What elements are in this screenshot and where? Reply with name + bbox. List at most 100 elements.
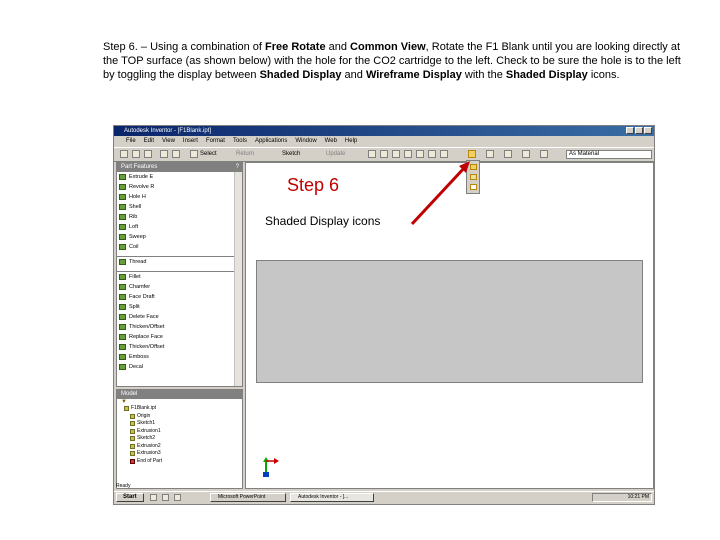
- select-label[interactable]: Select: [200, 150, 217, 159]
- feature-split[interactable]: Split: [117, 302, 242, 312]
- menu-applications[interactable]: Applications: [255, 136, 287, 147]
- display-mode-dropdown[interactable]: [466, 160, 480, 194]
- feature-decal[interactable]: Decal: [117, 362, 242, 372]
- redo-icon[interactable]: [172, 150, 180, 158]
- tree-item[interactable]: Extrusion1: [117, 428, 242, 436]
- feature-coil[interactable]: Coil: [117, 242, 242, 252]
- feature-label: Face Draft: [129, 294, 155, 300]
- save-icon[interactable]: [144, 150, 152, 158]
- task-powerpoint[interactable]: Microsoft PowerPoint: [210, 493, 286, 502]
- zoom-window-icon[interactable]: [380, 150, 388, 158]
- shadow-icon[interactable]: [486, 150, 494, 158]
- return-label[interactable]: Return: [236, 150, 254, 159]
- feature-label: Shell: [129, 204, 142, 210]
- extrude-icon: [119, 174, 126, 180]
- zoom-icon[interactable]: [392, 150, 400, 158]
- tree-label: Sketch1: [137, 420, 156, 426]
- feature-hole[interactable]: Hole H: [117, 192, 242, 202]
- material-select[interactable]: As Material: [566, 150, 652, 159]
- new-icon[interactable]: [120, 150, 128, 158]
- update-label[interactable]: Update: [326, 150, 345, 159]
- sketch-icon: [130, 421, 135, 426]
- tree-item[interactable]: Sketch1: [117, 420, 242, 428]
- quick-launch-icon[interactable]: [150, 494, 157, 501]
- feature-shell[interactable]: Shell: [117, 202, 242, 212]
- pan-icon[interactable]: [404, 150, 412, 158]
- tree-item[interactable]: Sketch2: [117, 435, 242, 443]
- zoom-selected-icon[interactable]: [416, 150, 424, 158]
- toolbar: Select Return Sketch Update As Material: [114, 147, 654, 162]
- feature-thread[interactable]: Thread: [117, 257, 242, 267]
- menu-window[interactable]: Window: [295, 136, 316, 147]
- menu-view[interactable]: View: [162, 136, 175, 147]
- part-top-view[interactable]: [256, 260, 643, 383]
- emboss-icon: [119, 354, 126, 360]
- instr-text: with the: [461, 69, 506, 81]
- help-icon[interactable]: ?: [236, 163, 239, 172]
- feature-label: Rib: [129, 214, 138, 220]
- shaded-display-icon[interactable]: [468, 150, 476, 158]
- feature-face-draft[interactable]: Face Draft: [117, 292, 242, 302]
- hidden-edge-display-icon[interactable]: [470, 174, 477, 180]
- close-button[interactable]: [644, 127, 652, 134]
- undo-icon[interactable]: [160, 150, 168, 158]
- feature-loft[interactable]: Loft: [117, 222, 242, 232]
- start-button[interactable]: Start: [116, 493, 144, 502]
- tree-item[interactable]: Extrusion3: [117, 450, 242, 458]
- tree-item[interactable]: End of Part: [117, 458, 242, 466]
- menu-edit[interactable]: Edit: [144, 136, 154, 147]
- feature-rib[interactable]: Rib: [117, 212, 242, 222]
- open-icon[interactable]: [132, 150, 140, 158]
- task-inventor[interactable]: Autodesk Inventor - [...: [290, 493, 374, 502]
- feature-extrude[interactable]: Extrude E: [117, 172, 242, 182]
- panel-scrollbar[interactable]: [234, 172, 242, 386]
- sketch-label[interactable]: Sketch: [282, 150, 300, 159]
- menu-tools[interactable]: Tools: [233, 136, 247, 147]
- instr-text: and: [341, 69, 366, 81]
- feature-revolve[interactable]: Revolve R: [117, 182, 242, 192]
- tree-label: Sketch2: [137, 435, 156, 441]
- feature-chamfer[interactable]: Chamfer: [117, 282, 242, 292]
- quick-launch-icon[interactable]: [162, 494, 169, 501]
- end-of-part-icon: [130, 458, 135, 464]
- shell-icon: [119, 204, 126, 210]
- feature-replace-face[interactable]: Replace Face: [117, 332, 242, 342]
- quick-launch-icon[interactable]: [174, 494, 181, 501]
- callout-label: Shaded Display icons: [265, 214, 381, 228]
- taskbar: Start Microsoft PowerPoint Autodesk Inve…: [114, 491, 654, 504]
- measure-icon[interactable]: [540, 150, 548, 158]
- shaded-display-icon[interactable]: [470, 164, 477, 170]
- feature-emboss[interactable]: Emboss: [117, 352, 242, 362]
- feature-sweep[interactable]: Sweep: [117, 232, 242, 242]
- select-icon[interactable]: [190, 150, 198, 158]
- sketch-icon: [130, 436, 135, 441]
- menu-file[interactable]: File: [126, 136, 136, 147]
- menu-help[interactable]: Help: [345, 136, 357, 147]
- tree-item[interactable]: Extrusion2: [117, 443, 242, 451]
- feature-thicken-offset[interactable]: Thicken/Offset: [117, 342, 242, 352]
- extrusion-icon: [130, 443, 135, 449]
- rotate-icon[interactable]: [428, 150, 436, 158]
- tree-item[interactable]: Origin: [117, 413, 242, 421]
- maximize-button[interactable]: [635, 127, 643, 134]
- feature-fillet[interactable]: Fillet: [117, 272, 242, 282]
- menu-web[interactable]: Web: [325, 136, 337, 147]
- minimize-button[interactable]: [626, 127, 634, 134]
- feature-delete-face[interactable]: Delete Face: [117, 312, 242, 322]
- menu-insert[interactable]: Insert: [183, 136, 198, 147]
- camera-icon[interactable]: [504, 150, 512, 158]
- menu-format[interactable]: Format: [206, 136, 225, 147]
- graphics-window[interactable]: [245, 162, 654, 489]
- model-header[interactable]: Model: [117, 390, 242, 399]
- inventor-window: Autodesk Inventor - [F1Blank.ipt] File E…: [113, 125, 655, 505]
- panel-header[interactable]: Part Features ?: [117, 163, 242, 172]
- zoom-all-icon[interactable]: [368, 150, 376, 158]
- wireframe-display-icon[interactable]: [470, 184, 477, 190]
- tree-item[interactable]: F1Blank.ipt: [117, 405, 242, 413]
- section-icon[interactable]: [522, 150, 530, 158]
- feature-thicken[interactable]: Thicken/Offset: [117, 322, 242, 332]
- feature-label: Chamfer: [129, 284, 151, 290]
- look-at-icon[interactable]: [440, 150, 448, 158]
- feature-label: Coil: [129, 244, 139, 250]
- feature-label: Sweep: [129, 234, 146, 240]
